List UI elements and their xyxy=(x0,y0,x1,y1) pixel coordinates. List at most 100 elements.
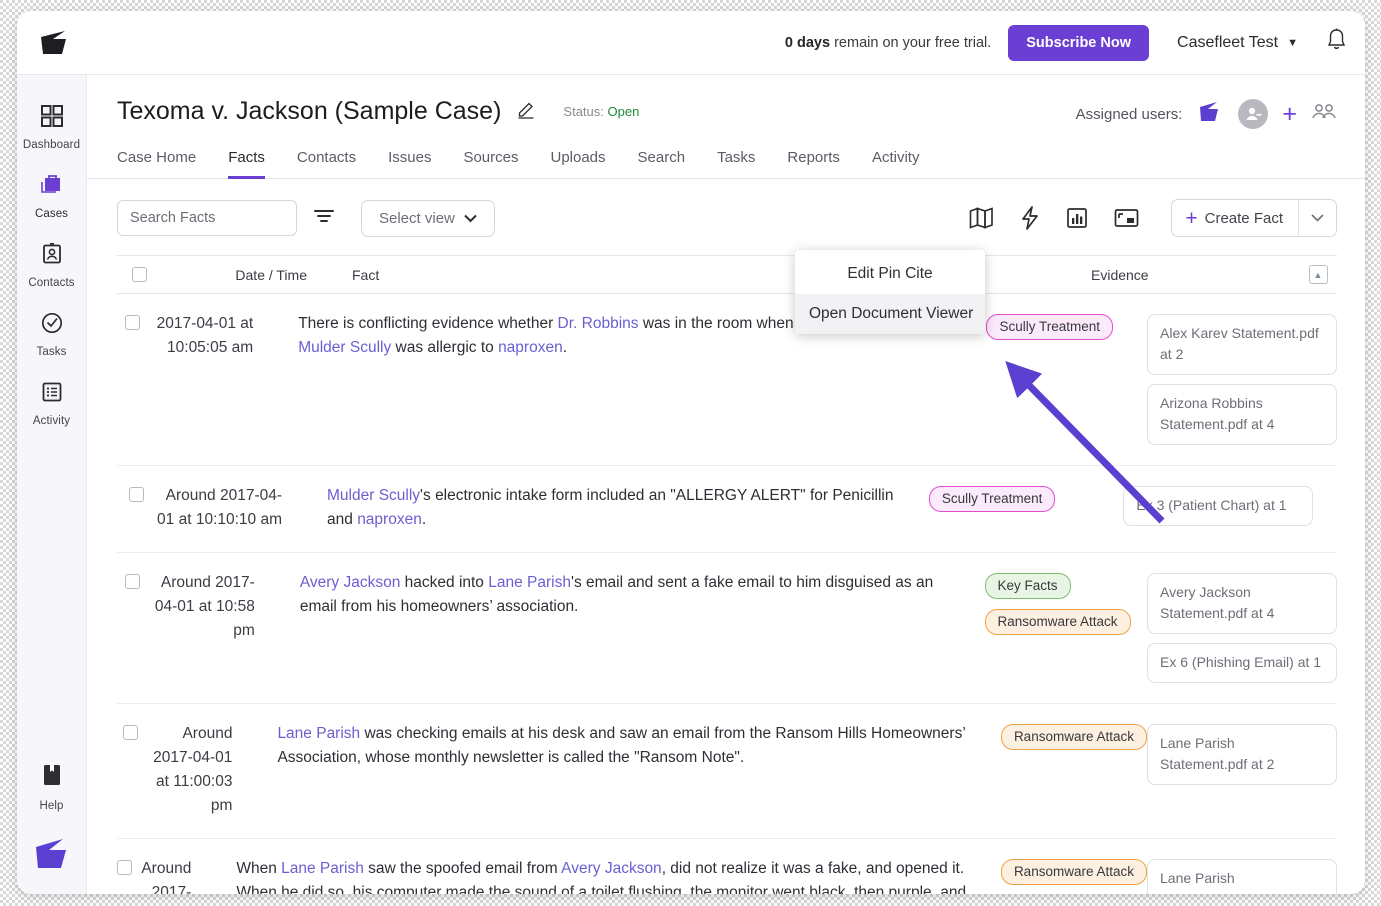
row-select-cell xyxy=(117,484,155,532)
fact-entity-link[interactable]: Dr. Robbins xyxy=(558,315,639,332)
fact-entity-link[interactable]: naproxen xyxy=(357,511,422,528)
lightning-icon[interactable] xyxy=(1020,206,1040,230)
chart-icon[interactable] xyxy=(1066,207,1088,229)
toolbar-right: + Create Fact xyxy=(969,199,1337,237)
sidebar-item-tasks[interactable]: Tasks xyxy=(17,300,87,369)
table-row[interactable]: Around 2017-04-01 at 11:00:05 pmWhen Lan… xyxy=(117,839,1337,894)
sidebar-item-cases[interactable]: Cases xyxy=(17,162,87,231)
table-row[interactable]: Around 2017-04-01 at 11:00:03 pmLane Par… xyxy=(117,704,1337,839)
issue-tag[interactable]: Ransomware Attack xyxy=(985,609,1131,635)
create-fact-label: Create Fact xyxy=(1205,210,1283,227)
fact-entity-link[interactable]: Lane Parish xyxy=(281,860,364,877)
evidence-chip[interactable]: Arizona Robbins Statement.pdf at 4 xyxy=(1147,384,1337,445)
tab-reports[interactable]: Reports xyxy=(771,143,856,178)
sidebar-item-dashboard[interactable]: Dashboard xyxy=(17,93,87,162)
fact-entity-link[interactable]: Mulder Scully xyxy=(327,487,420,504)
cell-date-time: 2017-04-01 at 10:05:05 am xyxy=(149,312,268,445)
row-checkbox[interactable] xyxy=(129,487,144,502)
row-select-cell xyxy=(117,857,132,894)
status-value: Open xyxy=(608,104,640,119)
tab-issues[interactable]: Issues xyxy=(372,143,447,178)
rail-bottom: Help xyxy=(17,752,87,894)
issue-tag[interactable]: Ransomware Attack xyxy=(1001,859,1147,885)
map-icon[interactable] xyxy=(969,207,994,229)
table-row[interactable]: 2017-04-01 at 10:05:05 amThere is confli… xyxy=(117,294,1337,466)
cell-fact-text[interactable]: Lane Parish was checking emails at his d… xyxy=(246,722,1001,818)
fact-entity-link[interactable]: Avery Jackson xyxy=(561,860,662,877)
notifications-bell-icon[interactable] xyxy=(1326,28,1347,57)
avatar[interactable] xyxy=(1238,99,1268,129)
select-all-cell xyxy=(117,267,161,282)
tab-facts[interactable]: Facts xyxy=(212,143,281,178)
status-badge: Status: Open xyxy=(563,104,639,119)
plus-icon: + xyxy=(1185,208,1197,229)
expand-icon[interactable] xyxy=(1114,208,1139,228)
fact-entity-link[interactable]: Avery Jackson xyxy=(300,574,401,591)
menu-item-open-document-viewer[interactable]: Open Document Viewer xyxy=(795,294,985,334)
casefleet-logo[interactable] xyxy=(35,28,75,58)
collapse-rows-icon[interactable]: ▲ xyxy=(1309,265,1328,284)
select-view-dropdown[interactable]: Select view xyxy=(361,200,495,237)
cell-fact-text[interactable]: Avery Jackson hacked into Lane Parish's … xyxy=(269,571,985,683)
cell-date-time: Around 2017-04-01 at 10:10:10 am xyxy=(155,484,296,532)
evidence-chip[interactable]: Avery Jackson Statement.pdf at 4 xyxy=(1147,573,1337,634)
fact-entity-link[interactable]: naproxen xyxy=(498,339,563,356)
table-row[interactable]: Around 2017-04-01 at 10:10:10 amMulder S… xyxy=(117,466,1337,553)
cell-issues: Ransomware Attack xyxy=(1001,722,1147,818)
pencil-icon[interactable] xyxy=(517,100,535,124)
create-fact-button[interactable]: + Create Fact xyxy=(1172,200,1298,236)
tab-case-home[interactable]: Case Home xyxy=(117,143,212,178)
column-header-fact[interactable]: Fact xyxy=(321,267,867,283)
evidence-chip[interactable]: Alex Karev Statement.pdf at 2 xyxy=(1147,314,1337,375)
tab-activity[interactable]: Activity xyxy=(856,143,936,178)
tab-search[interactable]: Search xyxy=(622,143,702,178)
sidebar-label-help: Help xyxy=(39,800,63,812)
filter-icon[interactable] xyxy=(313,207,335,230)
sidebar-item-help[interactable]: Help xyxy=(17,752,87,823)
cell-fact-text[interactable]: When Lane Parish saw the spoofed email f… xyxy=(205,857,1001,894)
sidebar-item-contacts[interactable]: Contacts xyxy=(17,231,87,300)
issue-tag[interactable]: Scully Treatment xyxy=(986,314,1113,340)
row-checkbox[interactable] xyxy=(117,860,132,875)
list-icon xyxy=(40,380,64,409)
cell-evidence: Avery Jackson Statement.pdf at 4 Ex 6 (Ph… xyxy=(1147,571,1337,683)
evidence-chip[interactable]: Lane Parish Statement.pdf at 2 xyxy=(1147,859,1337,894)
fact-entity-link[interactable]: Lane Parish xyxy=(277,725,360,742)
row-checkbox[interactable] xyxy=(123,725,138,740)
issue-tag[interactable]: Ransomware Attack xyxy=(1001,724,1147,750)
add-user-button[interactable]: + xyxy=(1282,102,1297,127)
tab-sources[interactable]: Sources xyxy=(447,143,534,178)
issue-tag[interactable]: Scully Treatment xyxy=(929,486,1056,512)
trial-remainder: remain on your free trial. xyxy=(830,35,991,51)
tab-tasks[interactable]: Tasks xyxy=(701,143,771,178)
evidence-chip[interactable]: Lane Parish Statement.pdf at 2 xyxy=(1147,724,1337,785)
assigned-casefleet-avatar[interactable] xyxy=(1196,101,1224,127)
cell-fact-text[interactable]: Mulder Scully's electronic intake form i… xyxy=(296,484,929,532)
create-fact-dropdown-caret[interactable] xyxy=(1298,200,1336,236)
row-select-cell xyxy=(117,312,149,445)
fact-entity-link[interactable]: Lane Parish xyxy=(488,574,571,591)
tab-uploads[interactable]: Uploads xyxy=(534,143,621,178)
search-input[interactable] xyxy=(117,200,297,236)
briefcase-icon xyxy=(39,173,65,202)
column-header-date[interactable]: Date / Time xyxy=(161,267,321,283)
table-row[interactable]: Around 2017-04-01 at 10:58 pmAvery Jacks… xyxy=(117,553,1337,704)
manage-users-icon[interactable] xyxy=(1311,102,1337,126)
casefleet-mark-icon[interactable] xyxy=(29,837,75,876)
facts-table: Date / Time Fact Issues Evidence ▲ 2017-… xyxy=(117,255,1337,894)
sidebar-item-activity[interactable]: Activity xyxy=(17,369,87,438)
select-all-checkbox[interactable] xyxy=(132,267,147,282)
row-checkbox[interactable] xyxy=(125,574,140,589)
column-header-evidence[interactable]: Evidence xyxy=(1091,267,1299,283)
subscribe-now-button[interactable]: Subscribe Now xyxy=(1008,25,1149,61)
tab-contacts[interactable]: Contacts xyxy=(281,143,372,178)
account-menu[interactable]: Casefleet Test ▼ xyxy=(1177,34,1298,52)
row-checkbox[interactable] xyxy=(125,315,140,330)
evidence-chip[interactable]: Ex 6 (Phishing Email) at 1 xyxy=(1147,643,1337,683)
table-body: 2017-04-01 at 10:05:05 amThere is confli… xyxy=(117,294,1337,894)
menu-item-edit-pin-cite[interactable]: Edit Pin Cite xyxy=(795,254,985,294)
fact-entity-link[interactable]: Mulder Scully xyxy=(298,339,391,356)
evidence-chip[interactable]: Ex 3 (Patient Chart) at 1 xyxy=(1123,486,1313,526)
issue-tag[interactable]: Key Facts xyxy=(985,573,1071,599)
check-circle-icon xyxy=(40,311,64,340)
